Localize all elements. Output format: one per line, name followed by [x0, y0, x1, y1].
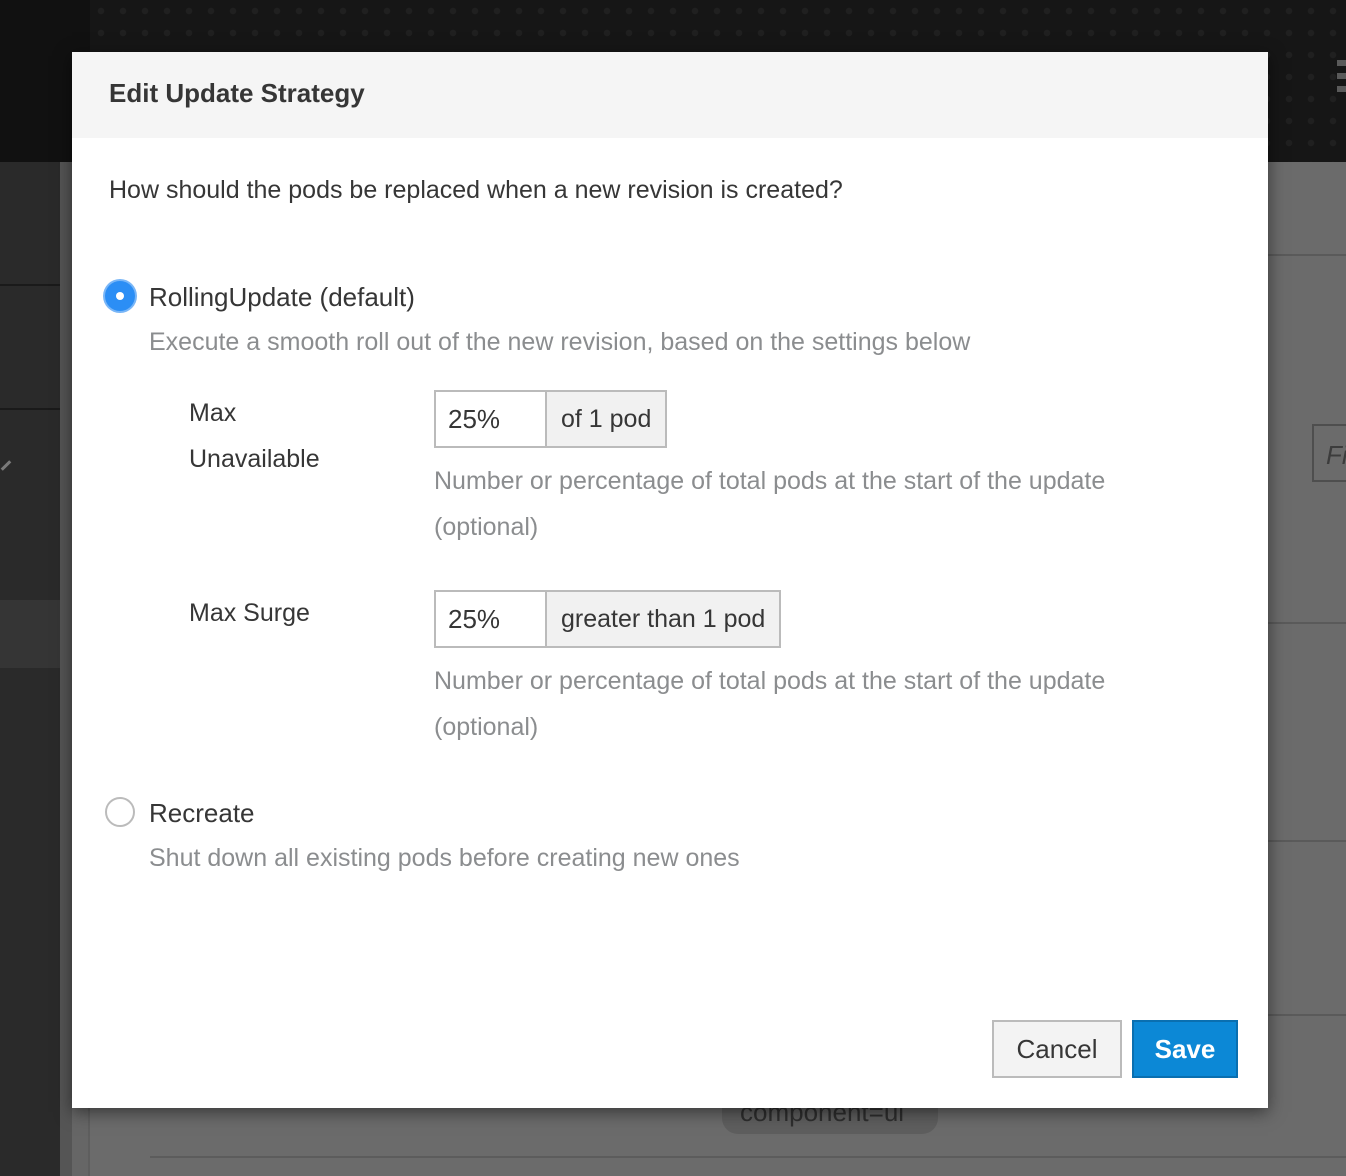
rolling-update-radio[interactable]	[105, 281, 135, 311]
background-divider	[150, 1156, 1346, 1158]
background-label-chip: component=ui	[722, 1106, 938, 1134]
background-divider	[1268, 254, 1346, 256]
background-gutter	[60, 162, 72, 1176]
modal-title: Edit Update Strategy	[109, 78, 365, 108]
rolling-update-label[interactable]: RollingUpdate (default)	[149, 282, 415, 313]
background-divider	[1268, 622, 1346, 624]
max-unavailable-input[interactable]	[436, 392, 545, 446]
max-surge-label: Max Surge	[189, 599, 310, 627]
edit-icon	[0, 460, 12, 471]
max-surge-input[interactable]	[436, 592, 545, 646]
save-button[interactable]: Save	[1132, 1020, 1238, 1078]
recreate-help: Shut down all existing pods before creat…	[149, 844, 740, 872]
modal-header: Edit Update Strategy	[72, 52, 1268, 138]
background-sidebar	[0, 162, 60, 1176]
max-surge-addon: greater than 1 pod	[545, 592, 780, 646]
background-divider	[1268, 1014, 1346, 1016]
edit-update-strategy-modal: Edit Update Strategy How should the pods…	[72, 52, 1268, 1108]
max-surge-help: Number or percentage of total pods at th…	[434, 667, 1106, 741]
max-unavailable-addon: of 1 pod	[545, 392, 666, 446]
background-filter-input: Fi	[1312, 424, 1346, 482]
strategy-question: How should the pods be replaced when a n…	[109, 176, 843, 204]
menu-icon	[1337, 60, 1346, 92]
sidebar-active-item	[0, 600, 60, 668]
max-unavailable-input-group: of 1 pod	[434, 390, 668, 448]
rolling-update-help: Execute a smooth roll out of the new rev…	[149, 328, 971, 356]
max-unavailable-label: Max Unavailable	[189, 399, 320, 473]
max-unavailable-help: Number or percentage of total pods at th…	[434, 467, 1106, 541]
recreate-radio[interactable]	[105, 797, 135, 827]
cancel-button[interactable]: Cancel	[992, 1020, 1122, 1078]
max-surge-input-group: greater than 1 pod	[434, 590, 782, 648]
recreate-label[interactable]: Recreate	[149, 798, 255, 829]
background-divider	[1268, 840, 1346, 842]
